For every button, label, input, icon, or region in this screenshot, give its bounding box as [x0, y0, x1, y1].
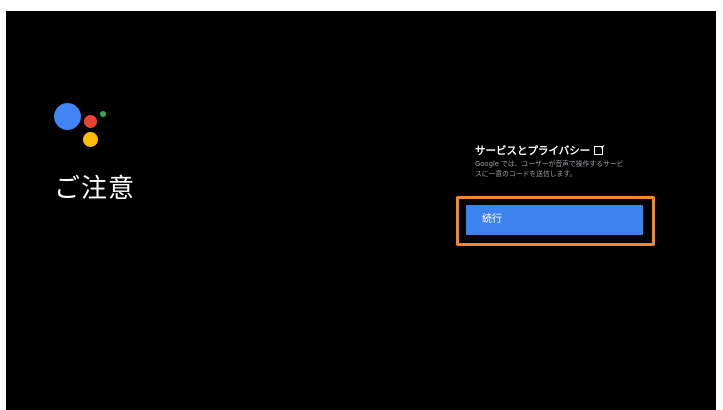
- privacy-description: Google では、ユーザーが音声で操作するサービスに一意のコードを送信します。: [475, 160, 624, 178]
- page-title: ご注意: [54, 174, 136, 204]
- continue-button[interactable]: 続行: [466, 205, 643, 235]
- privacy-heading[interactable]: サービスとプライバシー: [475, 143, 675, 157]
- open-external-icon: [594, 145, 604, 155]
- logo-blue-dot: [54, 103, 81, 130]
- logo-green-dot: [100, 111, 106, 117]
- google-assistant-logo: [54, 103, 114, 163]
- privacy-panel: サービスとプライバシー Google では、ユーザーが音声で操作するサービスに一…: [475, 143, 675, 179]
- privacy-heading-label: サービスとプライバシー: [475, 144, 591, 157]
- logo-yellow-dot: [83, 132, 98, 147]
- logo-red-dot: [84, 115, 97, 128]
